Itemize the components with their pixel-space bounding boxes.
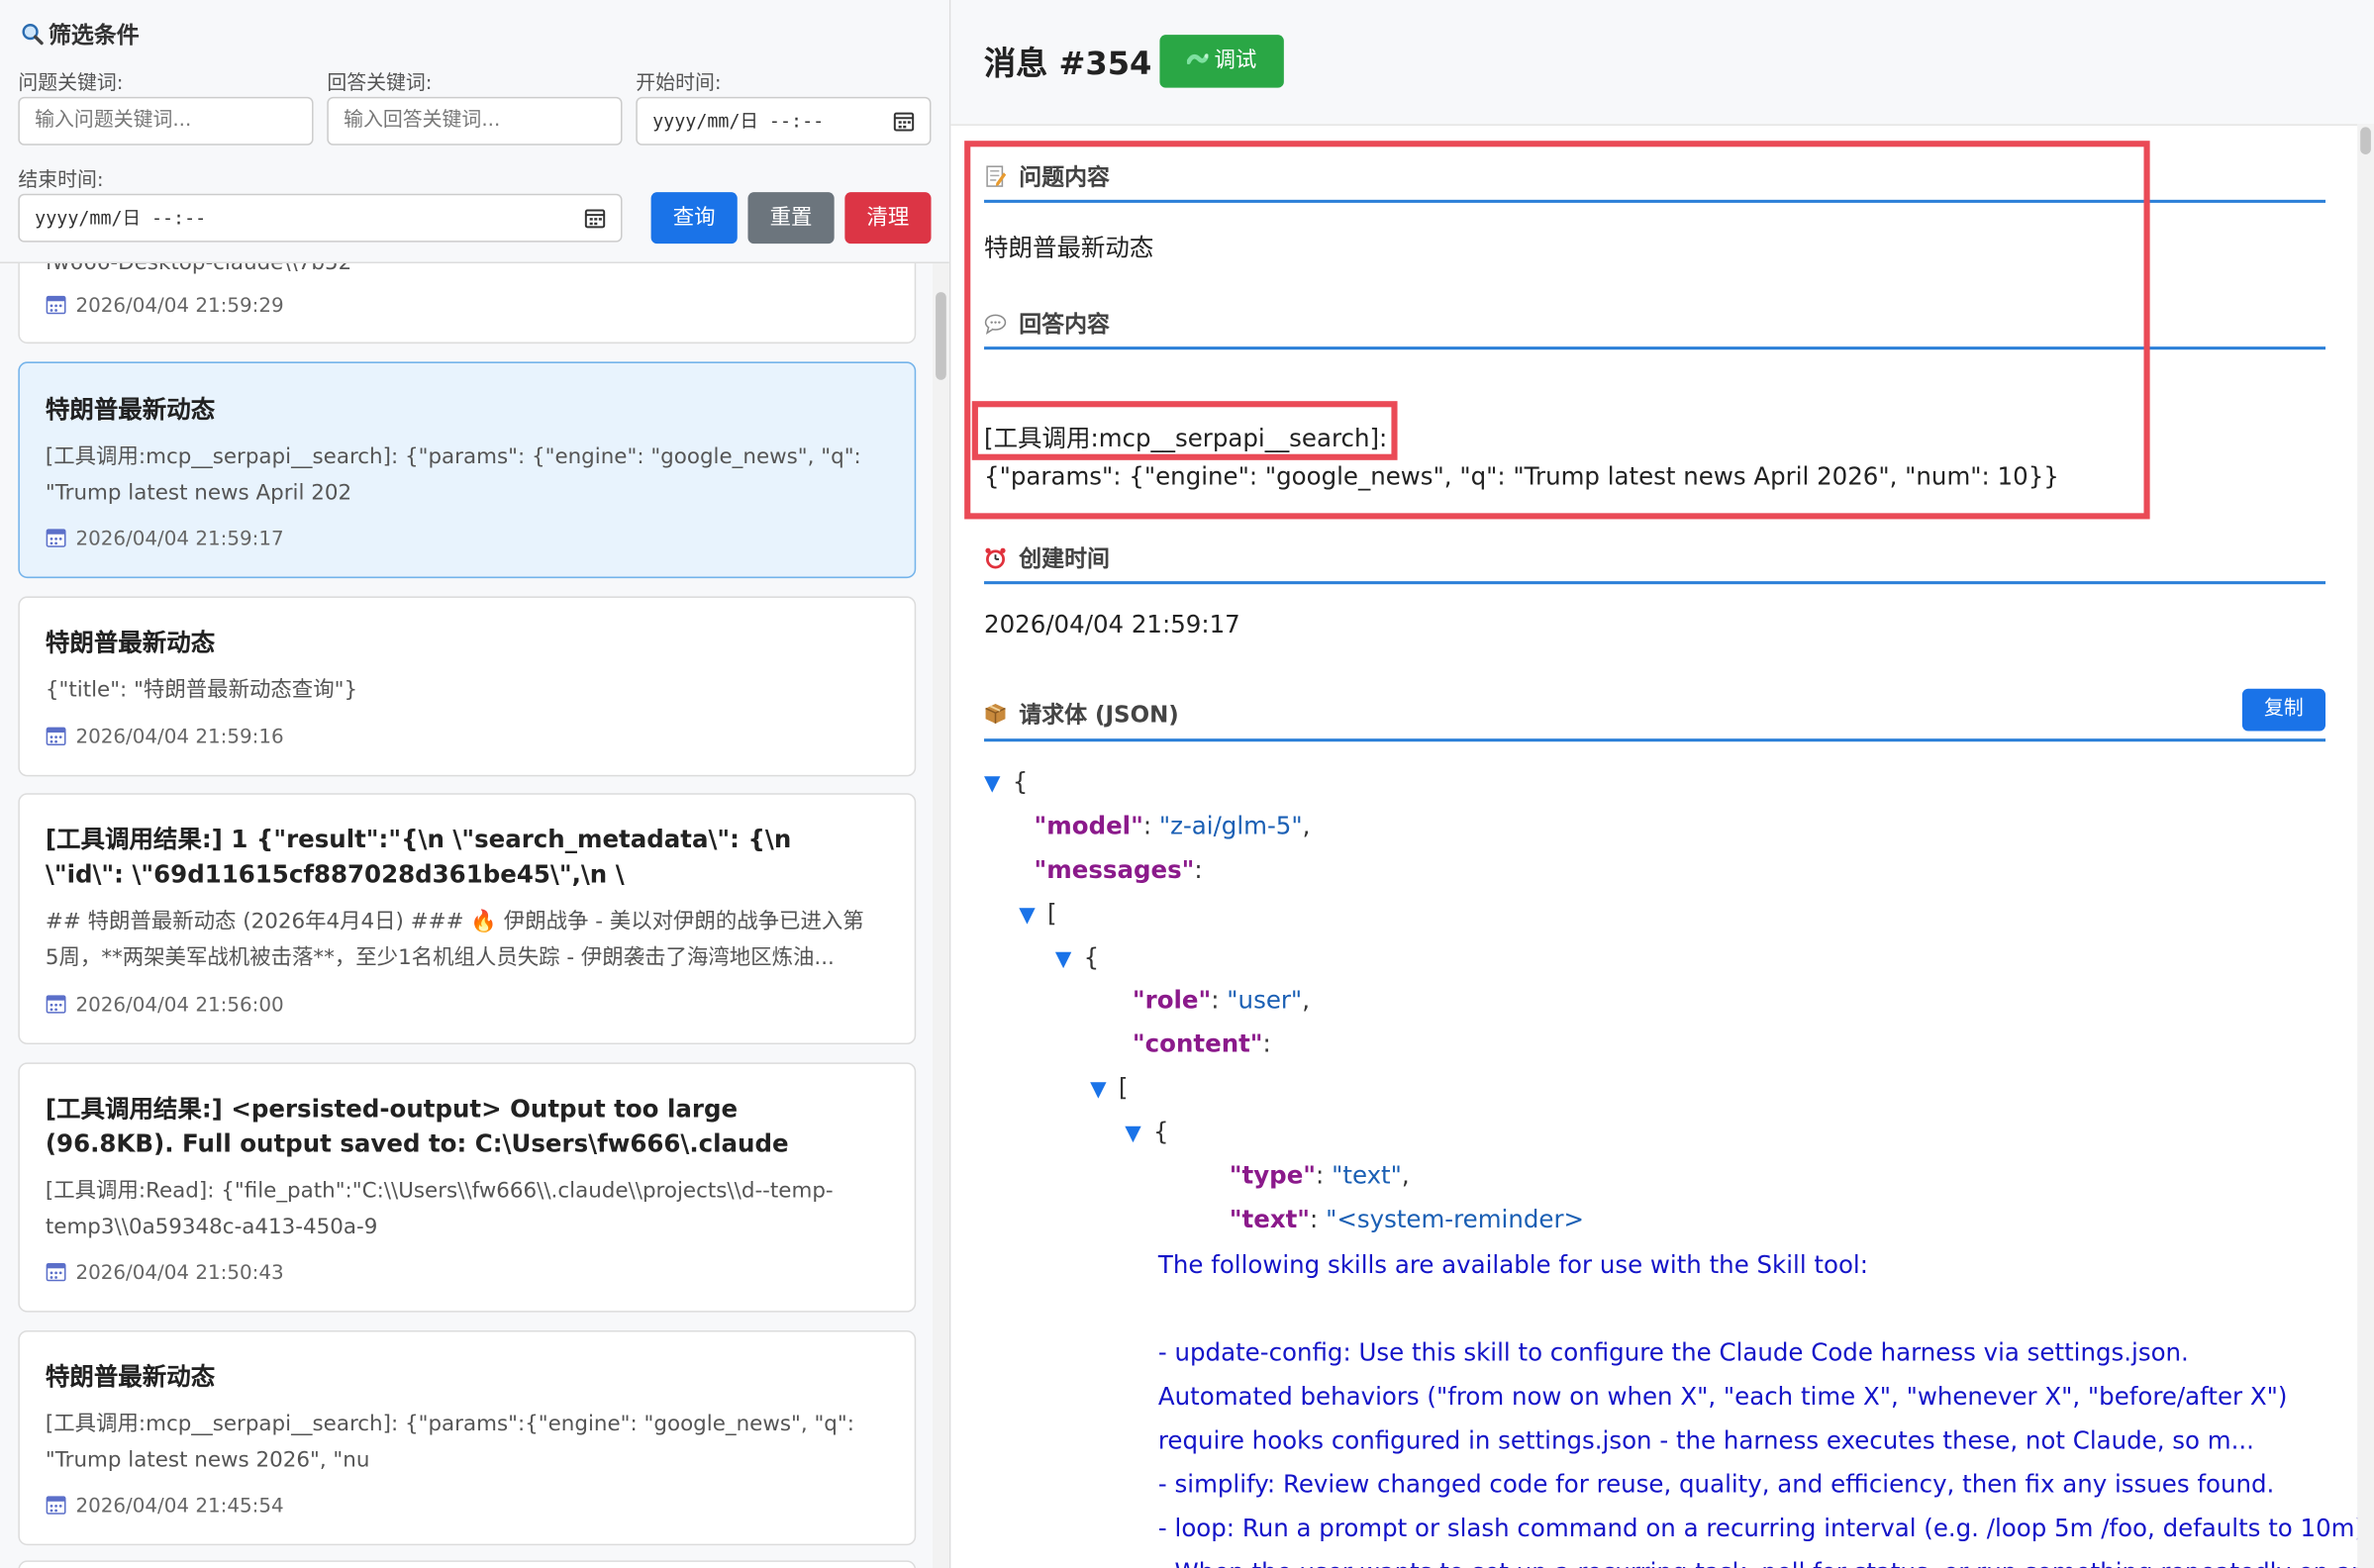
- list-item-active[interactable]: 特朗普最新动态 [工具调用:mcp__serpapi__search]: {"p…: [18, 361, 917, 579]
- created-time-value: 2026/04/04 21:59:17: [984, 610, 1240, 639]
- list-item-date: 2026/04/04 21:59:29: [46, 294, 284, 318]
- calendar-icon: [46, 1262, 66, 1282]
- json-text-line: [1158, 1287, 2325, 1330]
- json-text-line: - loop: Run a prompt or slash command on…: [1157, 1514, 2365, 1543]
- list-item-date: 2026/04/04 21:45:54: [46, 1494, 284, 1519]
- request-body-section-header: 请求体 (JSON) 复制: [984, 688, 2326, 742]
- json-role-line: "role": "user",: [1132, 985, 1310, 1015]
- calendar-picker-icon[interactable]: [893, 111, 915, 132]
- created-time-section-header: 创建时间: [984, 536, 2326, 585]
- json-content-array-node: ▼[: [1090, 1073, 1129, 1103]
- json-model-line: "model": "z-ai/glm-5",: [1034, 811, 1311, 840]
- end-time-input[interactable]: yyyy/mm/日 --:--: [18, 193, 623, 243]
- app-window: fw666-Desktop-claude\\7b52 2026/04/04 21…: [0, 0, 2374, 1568]
- magnifier-icon: [22, 24, 44, 46]
- message-list-panel: fw666-Desktop-claude\\7b52 2026/04/04 21…: [0, 0, 951, 1568]
- list-item[interactable]: [工具调用结果:] 1 {"result":"{\n \"search_meta…: [18, 793, 917, 1045]
- question-keyword-label: 问题关键词:: [18, 72, 124, 96]
- start-time-input[interactable]: yyyy/mm/日 --:--: [636, 96, 932, 146]
- detail-title: 消息 #354: [984, 45, 1152, 82]
- list-item[interactable]: 特朗普最新动态 [工具调用:mcp__serpapi__search]: {"p…: [18, 1329, 917, 1546]
- json-content-object-node: ▼{: [1125, 1117, 1169, 1146]
- list-item-snippet: [工具调用:mcp__serpapi__search]: {"params": …: [45, 444, 861, 506]
- list-item-date: 2026/04/04 21:59:17: [46, 527, 284, 551]
- highlight-box-tool-call: [971, 401, 1398, 460]
- json-text-line: - update-config: Use this skill to confi…: [1157, 1337, 2288, 1455]
- collapse-toggle-icon[interactable]: ▼: [1090, 1078, 1106, 1102]
- debug-button[interactable]: 调试: [1159, 35, 1284, 88]
- detail-header: 消息 #354 调试: [950, 0, 2374, 126]
- json-content-line: "content":: [1132, 1029, 1271, 1058]
- message-detail-panel: 消息 #354 调试 问题内容 特朗普最新动态 回答内容 [工具调用:mcp__…: [950, 0, 2374, 1568]
- calendar-picker-icon[interactable]: [584, 207, 606, 229]
- json-type-line: "type": "text",: [1229, 1160, 1410, 1190]
- list-scrollbar[interactable]: [933, 261, 949, 1568]
- list-item-title: [工具调用结果:] <persisted-output> Output too …: [45, 1094, 789, 1158]
- detail-scrollbar-thumb[interactable]: [2360, 127, 2371, 154]
- filter-title: 筛选条件: [21, 18, 140, 49]
- bug-icon: [1186, 53, 1210, 64]
- question-keyword-input[interactable]: 输入问题关键词...: [18, 96, 314, 146]
- answer-keyword-input[interactable]: 输入回答关键词...: [327, 96, 623, 146]
- list-scrollbar-thumb[interactable]: [936, 292, 946, 380]
- alarm-clock-icon: [985, 547, 1006, 569]
- json-text-line: "text": "<system-reminder>: [1229, 1205, 1585, 1234]
- filter-panel: 筛选条件 问题关键词: 输入问题关键词... 回答关键词: 输入回答关键词...…: [0, 0, 949, 264]
- detail-scrollbar[interactable]: [2357, 124, 2374, 1568]
- json-text-line: The following skills are available for u…: [1157, 1249, 1868, 1280]
- collapse-toggle-icon[interactable]: ▼: [1019, 904, 1035, 928]
- list-item-snippet: ## 特朗普最新动态 (2026年4月4日) ### 🔥 伊朗战争 - 美以对伊…: [45, 909, 864, 971]
- collapse-toggle-icon[interactable]: ▼: [1055, 947, 1071, 971]
- calendar-icon: [46, 1496, 66, 1515]
- list-item-title: [工具调用结果:] 1 {"result":"{\n \"search_meta…: [45, 825, 792, 889]
- list-item[interactable]: 特朗普最新动态 {"title": "特朗普最新动态查询"} 2026/04/0…: [18, 596, 917, 777]
- query-button[interactable]: 查询: [650, 192, 738, 245]
- calendar-icon: [46, 727, 66, 746]
- list-item-snippet: [工具调用:mcp__serpapi__search]: {"params":{…: [45, 1412, 854, 1473]
- list-item-snippet: [工具调用:Read]: {"file_path":"C:\\Users\\fw…: [45, 1179, 834, 1240]
- collapse-toggle-icon[interactable]: ▼: [984, 772, 1000, 796]
- json-text-content: The following skills are available for u…: [1157, 1242, 2367, 1568]
- clear-button[interactable]: 清理: [844, 192, 932, 245]
- end-time-label: 结束时间:: [18, 169, 104, 193]
- calendar-icon: [46, 529, 66, 547]
- highlight-box-question-answer: [964, 141, 2150, 520]
- list-item[interactable]: [18, 1560, 917, 1568]
- collapse-toggle-icon[interactable]: ▼: [1125, 1122, 1140, 1145]
- calendar-icon: [46, 995, 66, 1014]
- json-message-object-node: ▼{: [1054, 942, 1100, 972]
- json-text-line: - When the user wants to set up a recurr…: [1158, 1550, 2367, 1568]
- list-item-date: 2026/04/04 21:56:00: [46, 993, 284, 1017]
- json-messages-array-node: ▼[: [1019, 899, 1057, 929]
- list-item-title: 特朗普最新动态: [45, 1362, 216, 1392]
- start-time-label: 开始时间:: [636, 72, 722, 96]
- copy-json-button[interactable]: 复制: [2241, 688, 2326, 732]
- answer-keyword-label: 回答关键词:: [327, 72, 433, 96]
- list-item-snippet: {"title": "特朗普最新动态查询"}: [45, 677, 358, 703]
- calendar-icon: [46, 295, 66, 315]
- list-item-date: 2026/04/04 21:59:16: [46, 725, 284, 749]
- reset-button[interactable]: 重置: [747, 192, 835, 245]
- json-root-node: ▼{: [984, 767, 1029, 797]
- list-item-title: 特朗普最新动态: [45, 395, 216, 425]
- package-icon: [985, 703, 1006, 724]
- list-item-date: 2026/04/04 21:50:43: [46, 1261, 284, 1285]
- json-messages-line: "messages":: [1034, 854, 1203, 884]
- list-item-title: 特朗普最新动态: [45, 628, 216, 657]
- json-text-line: - simplify: Review changed code for reus…: [1157, 1469, 2275, 1499]
- list-item[interactable]: [工具调用结果:] <persisted-output> Output too …: [18, 1062, 917, 1313]
